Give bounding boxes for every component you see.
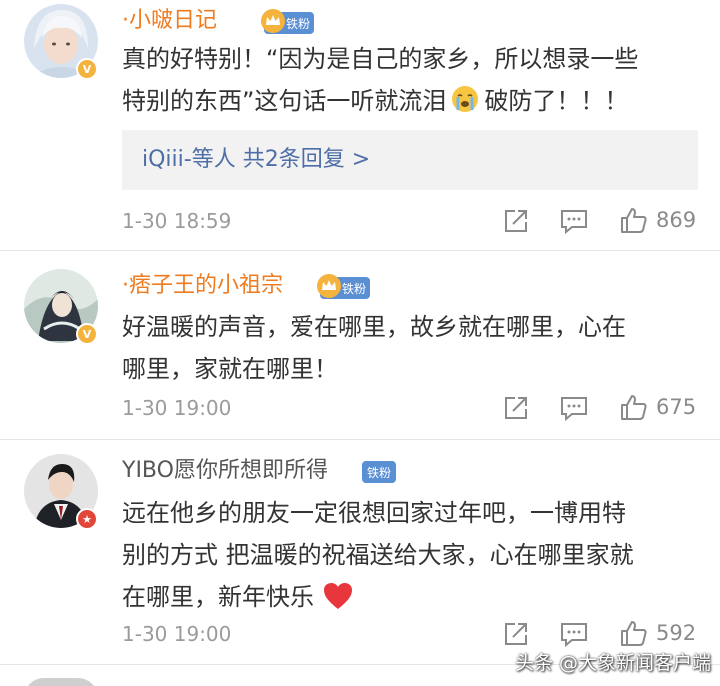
fan-badge-label: 铁粉 <box>286 16 311 31</box>
fan-badge: 铁粉 <box>317 274 371 299</box>
username[interactable]: YIBO愿你所想即所得 <box>122 457 328 485</box>
comment-icon <box>561 210 587 234</box>
comment-icon <box>561 623 587 647</box>
fan-badge-label: 铁粉 <box>342 281 367 296</box>
comment-text-line: 好温暖的声音，爱在哪里，故乡就在哪里，心在 <box>122 313 626 341</box>
crying-emoji-icon <box>452 86 479 112</box>
share-button[interactable] <box>503 208 529 234</box>
crown-icon <box>261 9 285 33</box>
comment-text-line: 别的方式 把温暖的祝福送给大家，心在哪里家就 <box>122 541 634 569</box>
comment-1: V ·小啵日记 铁粉 真的好特别！“因为是自己的家乡，所以想录一些 特别的东西”… <box>0 0 720 250</box>
username[interactable]: ·痞子王的小祖宗 <box>122 272 283 300</box>
verified-badge: V <box>76 323 98 345</box>
red-heart-icon <box>324 583 352 609</box>
like-count: 869 <box>656 208 697 232</box>
comment-text-segment: 特别的东西”这句话一听就流泪 <box>122 87 447 115</box>
reply-summary[interactable]: iQiii-等人 共2条回复 > <box>122 130 698 190</box>
comment-icon <box>561 397 587 421</box>
fan-badge: 铁粉 <box>362 461 397 483</box>
share-button[interactable] <box>503 395 529 421</box>
like-button[interactable]: 869 <box>620 206 696 234</box>
verified-badge: ★ <box>76 508 98 530</box>
comment-text-segment: 在哪里，新年快乐 <box>122 583 314 611</box>
next-comment-avatar <box>24 678 98 686</box>
crown-icon <box>317 274 341 298</box>
comment-text-line: 哪里，家就在哪里！ <box>122 355 338 383</box>
comment-button[interactable] <box>560 621 588 647</box>
like-button[interactable]: 592 <box>620 619 696 647</box>
like-icon <box>621 208 647 233</box>
reply-users[interactable]: iQiii-等人 <box>142 147 236 172</box>
comment-text-line: 特别的东西”这句话一听就流泪 破防了！！！ <box>122 80 702 122</box>
comment-time: 1-30 19:00 <box>122 622 232 646</box>
verified-badge: V <box>76 58 98 80</box>
comment-2: V ·痞子王的小祖宗 铁粉 好温暖的声音，爱在哪里，故乡就在哪里，心在 哪里，家… <box>0 251 720 439</box>
fan-badge: 铁粉 <box>261 9 315 34</box>
like-icon <box>621 395 647 420</box>
fan-badge-label: 铁粉 <box>367 465 392 480</box>
comment-time: 1-30 18:59 <box>122 209 232 233</box>
share-button[interactable] <box>503 621 529 647</box>
comment-button[interactable] <box>560 208 588 234</box>
comment-button[interactable] <box>560 395 588 421</box>
username[interactable]: ·小啵日记 <box>122 7 217 35</box>
share-icon <box>505 623 527 645</box>
like-icon <box>621 621 647 646</box>
comment-text: 好温暖的声音，爱在哪里，故乡就在哪里，心在 哪里，家就在哪里！ <box>122 306 702 390</box>
comment-3: ★ YIBO愿你所想即所得 铁粉 远在他乡的朋友一定很想回家过年吧，一博用特 别… <box>0 440 720 664</box>
comment-text-line: 真的好特别！“因为是自己的家乡，所以想录一些 <box>122 45 639 73</box>
like-button[interactable]: 675 <box>620 393 696 421</box>
comment-time: 1-30 19:00 <box>122 396 232 420</box>
comment-text: 真的好特别！“因为是自己的家乡，所以想录一些 特别的东西”这句话一听就流泪 破防… <box>122 38 702 122</box>
share-icon <box>505 210 527 232</box>
watermark: 头条 @大象新闻客户端 <box>515 652 712 674</box>
reply-count-link[interactable]: 共2条回复 > <box>243 147 370 172</box>
comment-text: 远在他乡的朋友一定很想回家过年吧，一博用特 别的方式 把温暖的祝福送给大家，心在… <box>122 492 702 618</box>
comment-text-line: 在哪里，新年快乐 <box>122 576 702 618</box>
comment-text-segment: 破防了！！！ <box>484 87 629 115</box>
comment-text-line: 远在他乡的朋友一定很想回家过年吧，一博用特 <box>122 499 626 527</box>
like-count: 592 <box>656 621 697 645</box>
like-count: 675 <box>656 395 697 419</box>
share-icon <box>505 397 527 419</box>
